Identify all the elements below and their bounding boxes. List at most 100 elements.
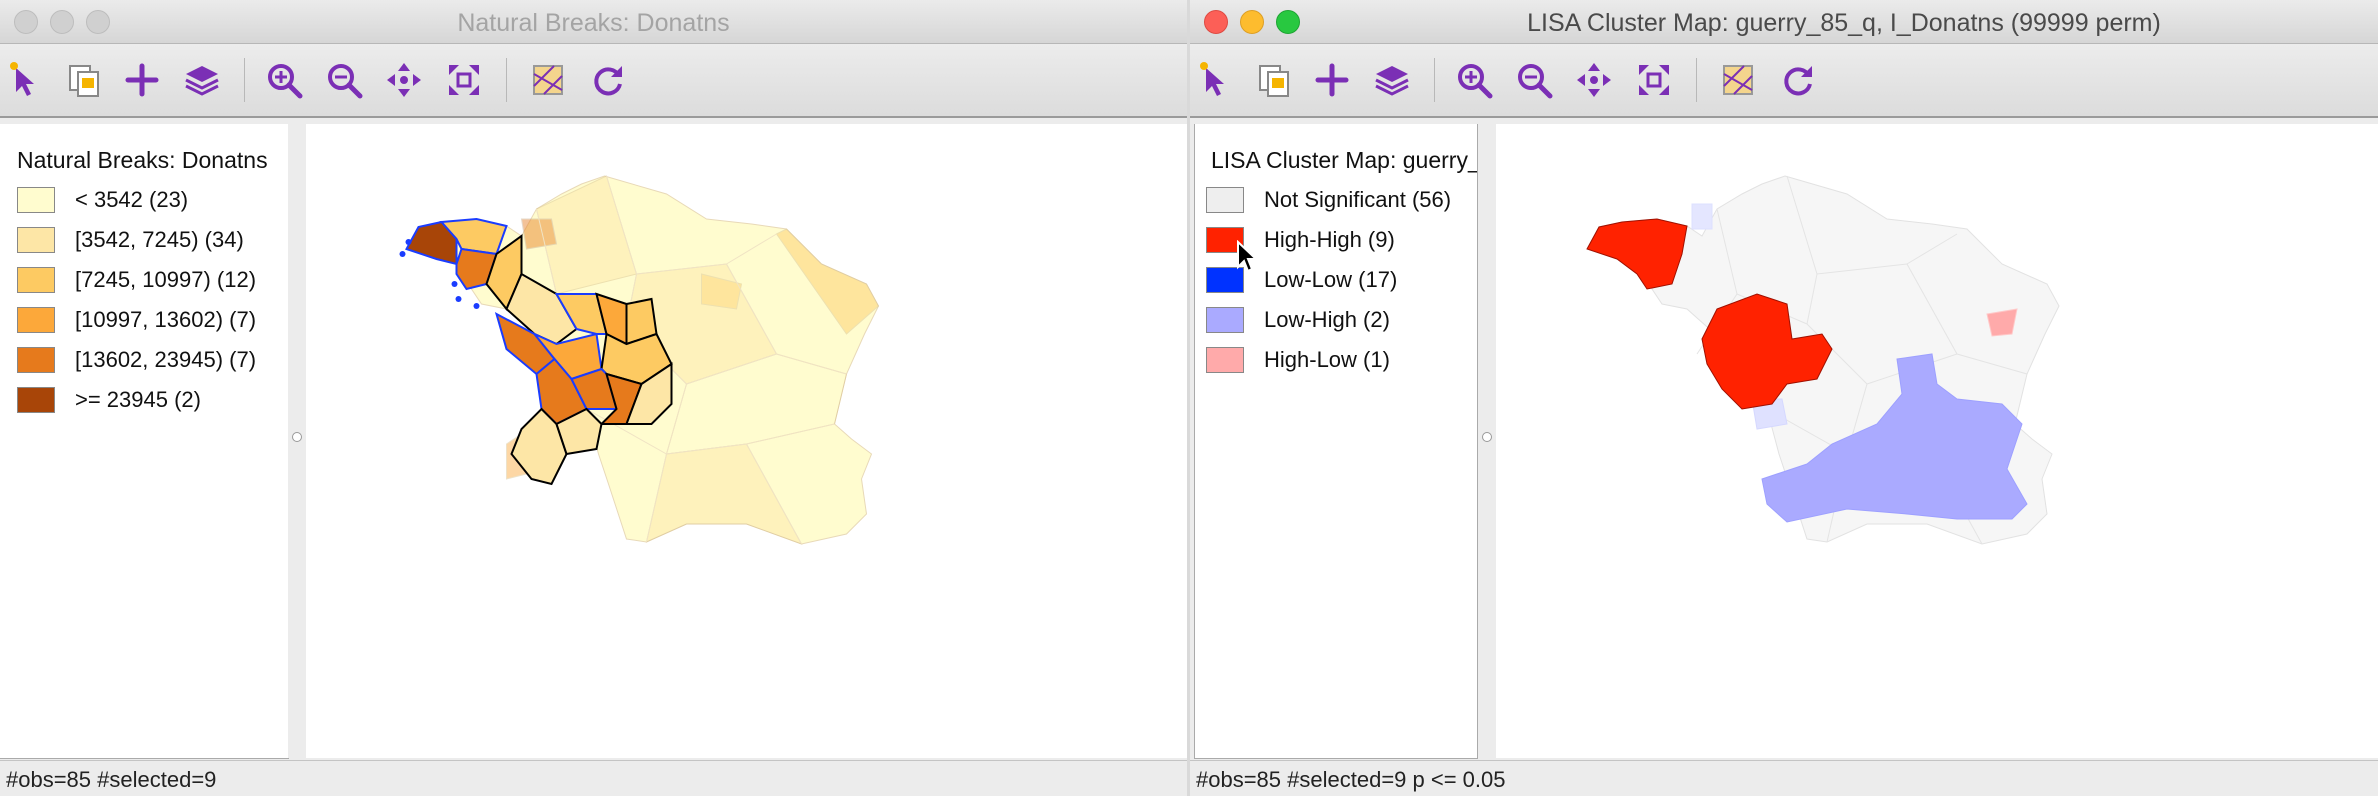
legend-item-label: Low-Low (17) xyxy=(1264,267,1398,292)
layers-icon xyxy=(185,66,219,96)
legend-item-label: [3542, 7245) (34) xyxy=(75,227,244,252)
legend-item-label: High-Low (1) xyxy=(1264,347,1390,372)
map-canvas[interactable] xyxy=(306,124,1187,758)
zoom-in-button[interactable] xyxy=(1452,58,1496,102)
legend-item[interactable]: [7245, 10997) (12) xyxy=(17,266,256,294)
close-button[interactable] xyxy=(1204,10,1228,34)
legend-item[interactable]: >= 23945 (2) xyxy=(17,386,201,414)
window-title: Natural Breaks: Donatns xyxy=(457,9,730,37)
select-tool-button[interactable] xyxy=(4,58,48,102)
fit-extent-button[interactable] xyxy=(442,58,486,102)
lisa-cluster-window: LISA Cluster Map: guerry_85_q, I_Donatns… xyxy=(1190,0,2378,796)
island-polygon[interactable] xyxy=(455,296,462,302)
legend-swatch[interactable] xyxy=(17,307,55,333)
zoom-in-icon xyxy=(1458,64,1493,99)
add-layer-button[interactable] xyxy=(120,58,164,102)
toolbar-separator xyxy=(244,58,245,102)
fit-extent-button[interactable] xyxy=(1632,58,1676,102)
legend-item-label: [13602, 23945) (7) xyxy=(75,347,257,372)
legend-item[interactable]: High-Low (1) xyxy=(1206,346,1390,374)
zoom-out-button[interactable] xyxy=(1512,58,1556,102)
layers-button[interactable] xyxy=(1370,58,1414,102)
zoom-in-icon xyxy=(268,64,303,99)
toolbar xyxy=(1190,44,2378,118)
add-layer-button[interactable] xyxy=(1310,58,1354,102)
toolbar-separator xyxy=(1434,58,1435,102)
map-basemap-icon xyxy=(1723,65,1753,95)
pan-icon xyxy=(387,63,421,97)
toggle-selection-icon xyxy=(1259,65,1289,97)
zoom-in-button[interactable] xyxy=(262,58,306,102)
legend-item[interactable]: [10997, 13602) (7) xyxy=(17,306,256,334)
legend-item-label: High-High (9) xyxy=(1264,227,1395,252)
choropleth-map[interactable] xyxy=(1496,124,2378,758)
fit-extent-icon xyxy=(449,65,479,95)
refresh-icon xyxy=(594,66,622,96)
pan-button[interactable] xyxy=(1572,58,1616,102)
legend-title: LISA Cluster Map: guerry_85_q, I_Donatns… xyxy=(1211,147,1477,173)
legend-swatch[interactable] xyxy=(17,227,55,253)
map-basemap-button[interactable] xyxy=(1716,58,1760,102)
legend-item[interactable]: < 3542 (23) xyxy=(17,186,188,214)
layers-icon xyxy=(1375,66,1409,96)
legend-panel: Natural Breaks: Donatns < 3542 (23) [3542… xyxy=(0,124,289,759)
legend-item[interactable]: High-High (9) xyxy=(1206,226,1395,254)
island-polygon[interactable] xyxy=(405,239,412,245)
zoom-button[interactable] xyxy=(1276,10,1300,34)
department-polygon[interactable] xyxy=(520,218,558,250)
natural-breaks-window: Natural Breaks: Donatns Natural Breaks: … xyxy=(0,0,1187,796)
toolbar xyxy=(0,44,1187,118)
legend-item-label: >= 23945 (2) xyxy=(75,387,201,412)
legend-panel: LISA Cluster Map: guerry_85_q, I_Donatns… xyxy=(1194,124,1478,759)
legend-item-label: Low-High (2) xyxy=(1264,307,1390,332)
status-text: #obs=85 #selected=9 xyxy=(6,767,217,792)
legend-swatch[interactable] xyxy=(1206,187,1244,213)
splitter-handle[interactable] xyxy=(1482,432,1492,442)
island-polygon[interactable] xyxy=(473,303,480,309)
island-polygon[interactable] xyxy=(451,281,458,287)
toggle-selection-button[interactable] xyxy=(62,58,106,102)
toolbar-separator xyxy=(506,58,507,102)
window-title: LISA Cluster Map: guerry_85_q, I_Donatns… xyxy=(1527,9,2161,37)
legend-swatch[interactable] xyxy=(17,187,55,213)
zoom-out-button[interactable] xyxy=(322,58,366,102)
legend-item-label: [7245, 10997) (12) xyxy=(75,267,257,292)
toolbar-separator xyxy=(1696,58,1697,102)
legend-item[interactable]: Low-High (2) xyxy=(1206,306,1390,334)
status-bar: #obs=85 #selected=9 xyxy=(0,760,1187,796)
island-polygon[interactable] xyxy=(399,251,406,257)
legend-swatch[interactable] xyxy=(1206,307,1244,333)
select-tool-button[interactable] xyxy=(1194,58,1238,102)
refresh-button[interactable] xyxy=(586,58,630,102)
legend-item[interactable]: Low-Low (17) xyxy=(1206,266,1397,294)
title-bar[interactable]: Natural Breaks: Donatns xyxy=(0,0,1187,44)
legend-swatch[interactable] xyxy=(17,387,55,413)
legend-swatch[interactable] xyxy=(1206,347,1244,373)
panel-splitter[interactable] xyxy=(288,124,306,758)
map-basemap-button[interactable] xyxy=(526,58,570,102)
toggle-selection-button[interactable] xyxy=(1252,58,1296,102)
title-bar[interactable]: LISA Cluster Map: guerry_85_q, I_Donatns… xyxy=(1190,0,2378,44)
high-high-cluster[interactable] xyxy=(1586,218,1688,290)
pan-icon xyxy=(1577,63,1611,97)
map-canvas[interactable] xyxy=(1496,124,2378,758)
legend-title: Natural Breaks: Donatns xyxy=(17,147,268,173)
pan-button[interactable] xyxy=(382,58,426,102)
department-polygon[interactable] xyxy=(1691,203,1713,230)
legend-item[interactable]: [13602, 23945) (7) xyxy=(17,346,256,374)
fit-extent-icon xyxy=(1639,65,1669,95)
department-polygon[interactable] xyxy=(1986,308,2018,337)
mouse-pointer-icon xyxy=(1237,240,1258,273)
select-tool-icon xyxy=(1200,62,1224,96)
legend-swatch[interactable] xyxy=(17,267,55,293)
choropleth-map[interactable] xyxy=(306,124,1187,758)
panel-splitter[interactable] xyxy=(1478,124,1496,758)
layers-button[interactable] xyxy=(180,58,224,102)
minimize-button[interactable] xyxy=(1240,10,1264,34)
refresh-button[interactable] xyxy=(1776,58,1820,102)
legend-swatch[interactable] xyxy=(17,347,55,373)
splitter-handle[interactable] xyxy=(292,432,302,442)
legend-item[interactable]: [3542, 7245) (34) xyxy=(17,226,244,254)
zoom-out-icon xyxy=(328,64,363,99)
legend-item[interactable]: Not Significant (56) xyxy=(1206,186,1451,214)
